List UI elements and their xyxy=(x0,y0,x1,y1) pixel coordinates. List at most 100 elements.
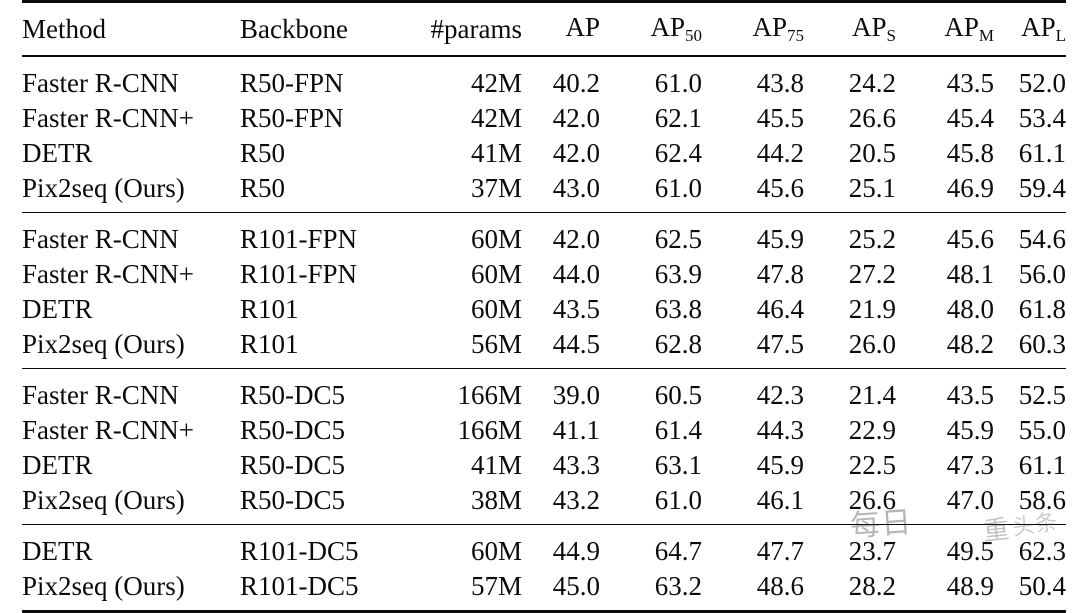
cell-backbone: R50 xyxy=(240,136,400,171)
cell-ap: 39.0 xyxy=(522,378,600,413)
cell-ap50: 61.0 xyxy=(600,483,702,518)
cell-backbone: R50-FPN xyxy=(240,101,400,136)
cell-params: 166M xyxy=(400,378,522,413)
block-spacer xyxy=(22,525,1066,534)
column-header-ap: AP xyxy=(522,3,600,56)
column-header-method: Method xyxy=(22,3,240,56)
cell-params: 41M xyxy=(400,448,522,483)
cell-aps: 25.1 xyxy=(804,171,896,206)
cell-method: Faster R-CNN+ xyxy=(22,413,240,448)
cell-params: 42M xyxy=(400,66,522,101)
cell-aps: 28.2 xyxy=(804,569,896,604)
cell-backbone: R50-DC5 xyxy=(240,413,400,448)
cell-ap: 42.0 xyxy=(522,222,600,257)
column-header-apl: APL xyxy=(994,3,1066,56)
cell-ap50: 61.0 xyxy=(600,66,702,101)
cell-apl: 52.0 xyxy=(994,66,1066,101)
cell-ap: 41.1 xyxy=(522,413,600,448)
cell-aps: 27.2 xyxy=(804,257,896,292)
cell-aps: 26.6 xyxy=(804,483,896,518)
cell-aps: 24.2 xyxy=(804,66,896,101)
cell-ap50: 64.7 xyxy=(600,534,702,569)
cell-apm: 47.3 xyxy=(896,448,994,483)
cell-apl: 54.6 xyxy=(994,222,1066,257)
cell-backbone: R50-FPN xyxy=(240,66,400,101)
cell-aps: 21.4 xyxy=(804,378,896,413)
cell-params: 60M xyxy=(400,222,522,257)
cell-method: Pix2seq (Ours) xyxy=(22,171,240,206)
object-detection-results-table: Method Backbone #params AP AP50 AP75 APS… xyxy=(22,0,1066,613)
cell-apm: 48.1 xyxy=(896,257,994,292)
table-row: Faster R-CNNR50-FPN42M40.261.043.824.243… xyxy=(22,66,1066,101)
table-row: Faster R-CNNR101-FPN60M42.062.545.925.24… xyxy=(22,222,1066,257)
cell-aps: 22.5 xyxy=(804,448,896,483)
table-row: Faster R-CNN+R50-FPN42M42.062.145.526.64… xyxy=(22,101,1066,136)
cell-ap50: 62.4 xyxy=(600,136,702,171)
cell-apm: 45.6 xyxy=(896,222,994,257)
cell-aps: 21.9 xyxy=(804,292,896,327)
cell-apl: 52.5 xyxy=(994,378,1066,413)
cell-ap75: 46.4 xyxy=(702,292,804,327)
cell-method: Pix2seq (Ours) xyxy=(22,327,240,362)
cell-ap75: 47.5 xyxy=(702,327,804,362)
cell-method: Pix2seq (Ours) xyxy=(22,569,240,604)
cell-apm: 45.8 xyxy=(896,136,994,171)
cell-apl: 61.8 xyxy=(994,292,1066,327)
cell-method: Faster R-CNN xyxy=(22,378,240,413)
cell-params: 57M xyxy=(400,569,522,604)
cell-aps: 20.5 xyxy=(804,136,896,171)
cell-ap: 42.0 xyxy=(522,101,600,136)
cell-ap75: 46.1 xyxy=(702,483,804,518)
cell-apl: 62.3 xyxy=(994,534,1066,569)
cell-apm: 45.9 xyxy=(896,413,994,448)
cell-method: Faster R-CNN+ xyxy=(22,257,240,292)
column-header-aps: APS xyxy=(804,3,896,56)
cell-ap75: 42.3 xyxy=(702,378,804,413)
cell-apl: 59.4 xyxy=(994,171,1066,206)
table-row: DETRR101-DC560M44.964.747.723.749.562.3 xyxy=(22,534,1066,569)
block-spacer xyxy=(22,604,1066,612)
cell-ap50: 63.9 xyxy=(600,257,702,292)
column-header-ap50: AP50 xyxy=(600,3,702,56)
cell-ap50: 63.1 xyxy=(600,448,702,483)
cell-apm: 43.5 xyxy=(896,66,994,101)
cell-ap75: 45.5 xyxy=(702,101,804,136)
cell-ap: 42.0 xyxy=(522,136,600,171)
table-row: DETRR5041M42.062.444.220.545.861.1 xyxy=(22,136,1066,171)
table-row: Faster R-CNN+R50-DC5166M41.161.444.322.9… xyxy=(22,413,1066,448)
cell-apm: 48.2 xyxy=(896,327,994,362)
cell-aps: 23.7 xyxy=(804,534,896,569)
cell-method: Faster R-CNN xyxy=(22,222,240,257)
cell-backbone: R101-FPN xyxy=(240,222,400,257)
cell-apl: 58.6 xyxy=(994,483,1066,518)
table-row: Pix2seq (Ours)R50-DC538M43.261.046.126.6… xyxy=(22,483,1066,518)
cell-apm: 47.0 xyxy=(896,483,994,518)
cell-backbone: R101-DC5 xyxy=(240,534,400,569)
cell-params: 60M xyxy=(400,534,522,569)
cell-params: 41M xyxy=(400,136,522,171)
cell-params: 60M xyxy=(400,257,522,292)
cell-ap: 43.5 xyxy=(522,292,600,327)
cell-apl: 60.3 xyxy=(994,327,1066,362)
cell-params: 38M xyxy=(400,483,522,518)
cell-aps: 22.9 xyxy=(804,413,896,448)
cell-params: 166M xyxy=(400,413,522,448)
cell-ap: 44.0 xyxy=(522,257,600,292)
cell-apm: 43.5 xyxy=(896,378,994,413)
cell-ap50: 61.0 xyxy=(600,171,702,206)
cell-method: DETR xyxy=(22,448,240,483)
cell-params: 37M xyxy=(400,171,522,206)
cell-method: DETR xyxy=(22,136,240,171)
table-header-row: Method Backbone #params AP AP50 AP75 APS… xyxy=(22,3,1066,56)
cell-method: DETR xyxy=(22,292,240,327)
cell-aps: 26.6 xyxy=(804,101,896,136)
cell-backbone: R101-DC5 xyxy=(240,569,400,604)
cell-ap50: 63.2 xyxy=(600,569,702,604)
table-row: Pix2seq (Ours)R10156M44.562.847.526.048.… xyxy=(22,327,1066,362)
cell-ap75: 45.9 xyxy=(702,448,804,483)
cell-backbone: R101 xyxy=(240,292,400,327)
cell-backbone: R50-DC5 xyxy=(240,483,400,518)
cell-apl: 50.4 xyxy=(994,569,1066,604)
cell-ap50: 62.8 xyxy=(600,327,702,362)
cell-ap50: 60.5 xyxy=(600,378,702,413)
